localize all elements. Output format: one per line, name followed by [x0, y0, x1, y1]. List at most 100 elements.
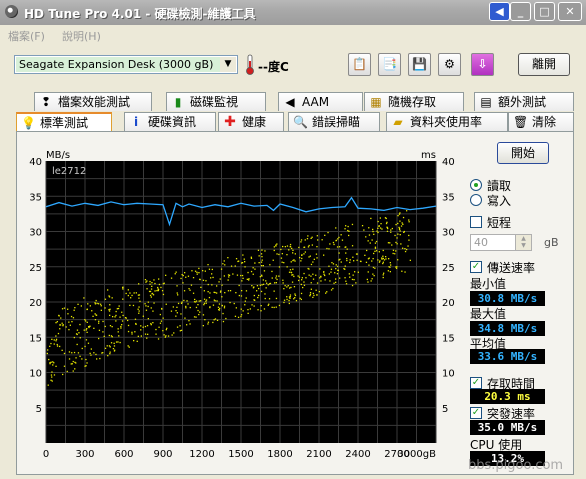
write-radio[interactable]	[470, 194, 482, 206]
access-time-point	[300, 298, 302, 301]
title-bar[interactable]: HD Tune Pro 4.01 - 硬碟檢測-維護工具 ◀ _ □ ✕	[0, 0, 586, 25]
tab-label: 額外測試	[498, 95, 547, 109]
access-time-point	[256, 285, 259, 287]
tab-disk-monitor[interactable]: ▮ 磁碟監視	[166, 92, 266, 111]
access-time-point	[257, 249, 260, 251]
chevron-down-icon[interactable]: ▼	[220, 57, 236, 72]
access-time-point	[190, 284, 193, 286]
access-time-point	[294, 260, 296, 262]
exit-button[interactable]: 離開	[518, 53, 570, 76]
access-time-point	[378, 261, 381, 263]
access-time-point	[258, 262, 260, 264]
access-time-point	[107, 355, 109, 357]
access-time-point	[227, 279, 229, 281]
access-time-checkbox[interactable]: ✓	[470, 377, 482, 389]
tab-benchmark[interactable]: 💡 標準測試	[16, 112, 112, 133]
access-time-point	[117, 328, 119, 330]
close-button[interactable]: ✕	[558, 2, 582, 21]
access-time-point	[272, 259, 274, 261]
access-time-point	[203, 304, 205, 306]
read-radio[interactable]	[470, 179, 482, 191]
access-time-point	[330, 268, 333, 270]
access-time-point	[260, 310, 262, 312]
tab-random-access[interactable]: ▦ 隨機存取	[364, 92, 464, 111]
access-time-point	[308, 244, 310, 247]
menu-file[interactable]: 檔案(F)	[8, 28, 45, 44]
access-time-point	[56, 345, 59, 347]
transfer-rate-checkbox[interactable]: ✓	[470, 261, 482, 273]
access-time-point	[309, 295, 311, 297]
y-tick-right: 40	[442, 157, 455, 168]
access-time-point	[95, 353, 97, 356]
access-time-point	[147, 305, 149, 308]
options-button[interactable]: ⚙	[438, 53, 461, 76]
access-time-point	[365, 261, 368, 263]
access-time-point	[53, 374, 56, 376]
tab-extra-tests[interactable]: ▤ 額外測試	[474, 92, 574, 111]
access-time-point	[375, 250, 378, 252]
access-time-point	[323, 273, 325, 275]
short-stroke-checkbox[interactable]	[470, 216, 482, 228]
access-time-point	[196, 271, 198, 273]
access-time-point	[109, 314, 111, 316]
short-stroke-size-input[interactable]: 40 ▲ ▼	[470, 234, 532, 251]
access-time-point	[185, 307, 187, 309]
access-time-point	[103, 335, 105, 337]
file-benchmark-icon: ❢	[40, 95, 52, 109]
access-time-point	[290, 286, 292, 289]
burst-rate-checkbox[interactable]: ✓	[470, 407, 482, 419]
access-time-point	[75, 362, 77, 364]
access-time-point	[189, 323, 191, 325]
access-time-point	[52, 364, 54, 366]
start-button[interactable]: 開始	[497, 142, 549, 164]
access-time-point	[354, 271, 356, 273]
access-time-point	[76, 343, 78, 346]
access-time-point	[258, 255, 260, 257]
back-button[interactable]: ◀	[489, 2, 510, 21]
tab-aam[interactable]: ◀ AAM	[278, 92, 363, 111]
drive-select[interactable]: Seagate Expansion Desk (3000 gB) ▼	[14, 55, 238, 74]
copy-text-button[interactable]: 📋	[348, 53, 371, 76]
access-time-point	[262, 283, 265, 285]
access-time-point	[120, 327, 122, 329]
access-time-point	[286, 296, 288, 298]
maximize-button[interactable]: □	[534, 2, 555, 21]
access-time-point	[338, 252, 340, 254]
window-title: HD Tune Pro 4.01 - 硬碟檢測-維護工具	[24, 7, 256, 21]
tab-erase[interactable]: 🗑 清除	[508, 112, 574, 131]
access-time-point	[213, 319, 215, 321]
tab-health[interactable]: ✚ 健康	[218, 112, 284, 131]
access-time-point	[316, 246, 318, 248]
minimize-button[interactable]: _	[510, 2, 531, 21]
download-button[interactable]: ⇩	[471, 53, 494, 76]
save-button[interactable]: 💾	[408, 53, 431, 76]
spin-arrows-icon[interactable]: ▲ ▼	[515, 235, 531, 250]
access-time-point	[127, 324, 130, 327]
access-time-point	[286, 298, 288, 301]
access-time-point	[61, 349, 63, 351]
access-time-point	[288, 302, 290, 305]
tab-file-benchmark[interactable]: ❢ 檔案效能測試	[34, 92, 152, 111]
access-time-point	[158, 326, 160, 328]
access-time-point	[77, 303, 79, 305]
access-time-point	[98, 322, 100, 324]
access-time-point	[120, 325, 122, 328]
access-time-point	[59, 328, 61, 330]
access-time-point	[333, 243, 335, 246]
access-time-point	[241, 280, 243, 282]
access-time-point	[138, 294, 141, 296]
access-time-point	[300, 260, 302, 262]
access-time-point	[372, 273, 374, 275]
tab-error-scan[interactable]: 🔍 錯誤掃瞄	[288, 112, 380, 131]
access-time-point	[235, 258, 238, 260]
access-time-point	[100, 303, 102, 305]
access-time-point	[291, 274, 293, 276]
access-time-point	[214, 318, 217, 320]
access-time-point	[138, 306, 140, 308]
tab-folder-usage[interactable]: ▰ 資料夾使用率	[386, 112, 508, 131]
access-time-point	[218, 281, 220, 283]
tab-disk-info[interactable]: i 硬碟資訊	[124, 112, 216, 131]
menu-help[interactable]: 說明(H)	[62, 28, 101, 44]
access-time-point	[372, 266, 375, 269]
copy-screen-button[interactable]: 📑	[378, 53, 401, 76]
